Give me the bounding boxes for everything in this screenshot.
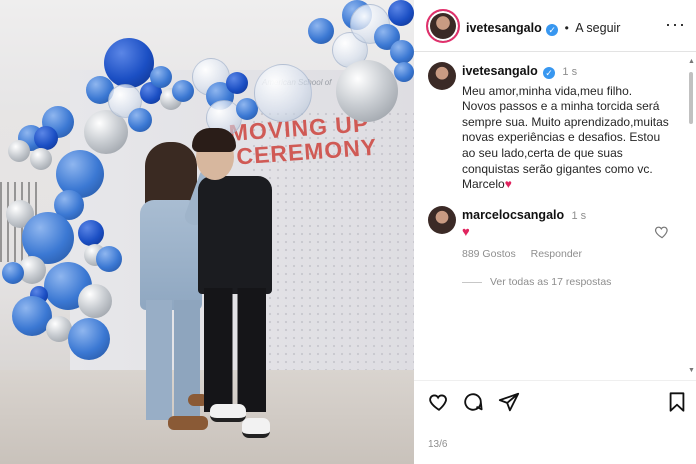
caption-username[interactable]: ivetesangalo bbox=[462, 64, 538, 78]
balloon bbox=[308, 18, 334, 44]
action-bar bbox=[428, 391, 688, 413]
balloon bbox=[336, 60, 398, 122]
header-user: ivetesangalo ✓ • A seguir bbox=[466, 19, 620, 37]
man-shirt bbox=[198, 176, 272, 294]
balloon bbox=[226, 72, 248, 94]
comment-likes[interactable]: 889 Gostos bbox=[462, 248, 516, 260]
balloon bbox=[78, 284, 112, 318]
scroll-down-icon[interactable]: ▼ bbox=[688, 367, 695, 374]
post-photo[interactable]: American School of MOVING UP CEREMONY bbox=[0, 0, 414, 464]
man-hair bbox=[192, 128, 236, 152]
bookmark-icon[interactable] bbox=[666, 391, 688, 413]
scroll-up-icon[interactable]: ▲ bbox=[688, 58, 695, 65]
verified-icon: ✓ bbox=[546, 24, 559, 36]
actions-divider bbox=[414, 380, 696, 381]
reply-button[interactable]: Responder bbox=[531, 248, 582, 260]
balloon bbox=[34, 126, 58, 150]
comment-meta: 889 Gostos Responder bbox=[462, 248, 594, 260]
share-icon[interactable] bbox=[498, 391, 520, 413]
heart-emoji: ♥ bbox=[504, 177, 512, 192]
comment-icon[interactable] bbox=[462, 391, 484, 413]
man-sneaker bbox=[210, 404, 246, 422]
balloon bbox=[30, 148, 52, 170]
balloon bbox=[394, 62, 414, 82]
post-caption: ivetesangalo ✓ 1 s Meu amor,minha vida,m… bbox=[462, 64, 672, 193]
woman-shoe bbox=[168, 416, 208, 430]
comments-scrollbar[interactable]: ▲ ▼ bbox=[688, 58, 695, 374]
post-date: 13/6 bbox=[428, 439, 448, 450]
balloon bbox=[388, 0, 414, 26]
caption-time: 1 s bbox=[562, 66, 578, 78]
comment-header: marcelocsangalo 1 s bbox=[462, 208, 586, 222]
heart-icon[interactable] bbox=[428, 391, 450, 413]
following-button[interactable]: A seguir bbox=[575, 21, 620, 35]
scroll-thumb[interactable] bbox=[689, 72, 693, 124]
view-replies[interactable]: Ver todas as 17 respostas bbox=[462, 276, 611, 288]
caption-avatar[interactable] bbox=[428, 62, 456, 90]
balloon bbox=[150, 66, 172, 88]
separator: • bbox=[564, 21, 569, 35]
balloon bbox=[68, 318, 110, 360]
comment-text: ♥ bbox=[462, 224, 470, 239]
man-sneaker bbox=[242, 418, 270, 438]
replies-line bbox=[462, 281, 482, 283]
balloon bbox=[172, 80, 194, 102]
header-username[interactable]: ivetesangalo bbox=[466, 21, 542, 35]
balloon bbox=[2, 262, 24, 284]
post-sidebar: ivetesangalo ✓ • A seguir ··· ivetesanga… bbox=[414, 0, 696, 464]
caption-body: Meu amor,minha vida,meu filho. Novos pas… bbox=[462, 84, 672, 193]
balloon bbox=[78, 220, 104, 246]
comment-username[interactable]: marcelocsangalo bbox=[462, 208, 564, 222]
commenter-avatar[interactable] bbox=[428, 206, 456, 234]
balloon bbox=[8, 140, 30, 162]
verified-icon: ✓ bbox=[543, 67, 556, 79]
comment-heart-icon[interactable] bbox=[654, 224, 670, 240]
balloon bbox=[128, 108, 152, 132]
author-avatar[interactable] bbox=[426, 9, 460, 43]
balloon bbox=[254, 64, 312, 122]
man-trousers bbox=[204, 288, 266, 412]
post-header: ivetesangalo ✓ • A seguir ··· bbox=[414, 0, 696, 52]
view-replies-label[interactable]: Ver todas as 17 respostas bbox=[490, 276, 611, 288]
comment-time: 1 s bbox=[571, 210, 587, 222]
balloon bbox=[96, 246, 122, 272]
more-icon[interactable]: ··· bbox=[665, 14, 686, 35]
balloon bbox=[104, 38, 154, 88]
caption-text: Meu amor,minha vida,meu filho. Novos pas… bbox=[462, 83, 669, 192]
balloon bbox=[390, 40, 414, 64]
